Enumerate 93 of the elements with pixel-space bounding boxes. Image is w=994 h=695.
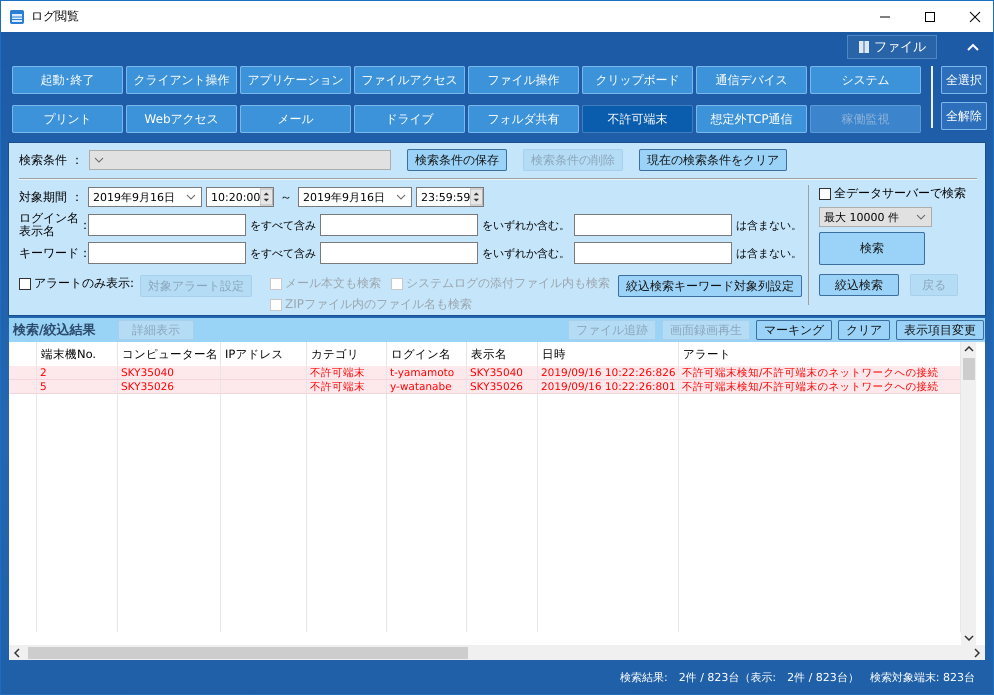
- chevron-down-icon: [186, 194, 196, 200]
- results-button[interactable]: 表示項目変更: [896, 320, 984, 340]
- category-tab[interactable]: ファイル操作: [468, 66, 579, 94]
- app-icon: [9, 8, 25, 24]
- text-field[interactable]: [88, 214, 246, 236]
- category-tab[interactable]: クリップボード: [582, 66, 693, 94]
- date-picker[interactable]: 2019年9月16日: [298, 187, 412, 207]
- chevron-down-icon: [94, 157, 104, 163]
- refine-search-button[interactable]: 絞込検索: [819, 274, 899, 296]
- table-row[interactable]: 2 SKY35040 不許可端末 t-yamamoto SKY35040 2019/09/16 10:22:26:826 不許可端末検知/不許可端末のネットワークへの接続: [9, 366, 961, 380]
- text-field[interactable]: [574, 214, 732, 236]
- spin-arrows-icon: [260, 188, 273, 206]
- field-label: 対象期間 ：: [19, 188, 84, 206]
- category-tab[interactable]: 想定外TCP通信: [696, 105, 807, 133]
- time-spinner[interactable]: 10:20:00: [206, 187, 274, 207]
- spin-arrows-icon: [470, 188, 483, 206]
- table-cell: SKY35040: [118, 366, 221, 379]
- field-label: ログイン名: [19, 212, 79, 225]
- file-button[interactable]: ファイル: [847, 35, 937, 59]
- results-button[interactable]: クリア: [838, 320, 890, 340]
- results-button[interactable]: マーキング: [756, 320, 832, 340]
- table-cell: 5: [37, 380, 118, 393]
- table-cell: y-watanabe: [387, 380, 467, 393]
- text-field[interactable]: [574, 242, 732, 264]
- condition-button[interactable]: 検索条件の保存: [406, 149, 507, 171]
- chevron-down-icon: [964, 635, 974, 641]
- max-results-dropdown[interactable]: 最大 10000 件: [819, 207, 932, 227]
- maximize-icon: [924, 10, 936, 22]
- category-tab[interactable]: 起動･終了: [12, 66, 123, 94]
- category-tab[interactable]: メール: [240, 105, 351, 133]
- text-field[interactable]: [88, 242, 246, 264]
- checkbox-label: メール本文も検索: [285, 275, 382, 292]
- scrollbar-thumb[interactable]: [962, 358, 974, 380]
- select-button[interactable]: 全解除: [941, 102, 987, 130]
- checkbox-label: アラートのみ表示:: [34, 275, 134, 292]
- table-cell: SKY35026: [467, 380, 538, 393]
- category-tab[interactable]: システム: [810, 66, 921, 94]
- table-cell: SKY35040: [467, 366, 538, 379]
- label-colon: ：: [79, 244, 91, 262]
- table-cell: 2: [37, 366, 118, 379]
- label-colon: ：: [79, 216, 91, 234]
- category-tab[interactable]: アプリケーション: [240, 66, 351, 94]
- category-tab[interactable]: ドライブ: [354, 105, 465, 133]
- field-label: をいずれか含む。: [482, 246, 570, 260]
- checkbox-label: 全データサーバーで検索: [834, 185, 966, 202]
- category-tab[interactable]: フォルダ共有: [468, 105, 579, 133]
- field-label: をすべて含み: [250, 218, 316, 232]
- table-row[interactable]: 5 SKY35026 不許可端末 y-watanabe SKY35026 2019/09/16 10:22:26:801 不許可端末検知/不許可端末のネットワークへの接続: [9, 380, 961, 394]
- window-title: ログ閲覧: [31, 8, 79, 25]
- condition-button[interactable]: 現在の検索条件をクリア: [638, 149, 787, 171]
- field-label: をすべて含み: [250, 246, 316, 260]
- close-icon: [969, 10, 981, 22]
- section-title: 検索/絞込結果: [13, 322, 96, 339]
- table-cell: 不許可端末: [307, 380, 387, 393]
- category-tab[interactable]: プリント: [12, 105, 123, 133]
- checkbox-label: ZIPファイル内のファイル名も検索: [285, 296, 472, 313]
- table-cell: 2019/09/16 10:22:26:826: [538, 366, 679, 379]
- column-settings-button[interactable]: 絞込検索キーワード対象列設定: [618, 275, 802, 297]
- horizontal-scrollbar[interactable]: [9, 645, 985, 660]
- chevron-up-icon: [964, 346, 974, 352]
- search-button[interactable]: 検索: [819, 232, 925, 265]
- range-separator: ～: [279, 188, 293, 206]
- chevron-right-icon: [974, 648, 980, 658]
- field-label: 表示名: [19, 225, 56, 238]
- category-tab[interactable]: ファイルアクセス: [354, 66, 465, 94]
- field-label: キーワード: [19, 246, 79, 260]
- date-picker[interactable]: 2019年9月16日: [88, 187, 202, 207]
- checkbox-label: システムログの添付ファイル内も検索: [406, 275, 610, 292]
- vertical-scrollbar[interactable]: [961, 342, 976, 645]
- table-cell: SKY35026: [118, 380, 221, 393]
- time-spinner[interactable]: 23:59:59: [416, 187, 484, 207]
- table-cell: 不許可端末: [307, 366, 387, 379]
- category-tab[interactable]: 不許可端末: [582, 105, 693, 133]
- table-cell: 2019/09/16 10:22:26:801: [538, 380, 679, 393]
- field-label: 検索条件 ：: [19, 152, 83, 168]
- text-field[interactable]: [320, 242, 478, 264]
- chevron-down-icon: [396, 194, 406, 200]
- chevron-left-icon: [14, 648, 20, 658]
- checkbox[interactable]: [19, 278, 31, 290]
- book-icon: [858, 40, 870, 54]
- table-cell: t-yamamoto: [387, 366, 467, 379]
- chevron-down-icon: [916, 214, 926, 220]
- category-tab[interactable]: クライアント操作: [126, 66, 237, 94]
- field-label: は含まない。: [736, 246, 802, 260]
- text-field[interactable]: [320, 214, 478, 236]
- field-label: は含まない。: [736, 218, 802, 232]
- select-button[interactable]: 全選択: [941, 66, 987, 94]
- checkbox[interactable]: [819, 188, 831, 200]
- field-label: をいずれか含む。: [482, 218, 570, 232]
- category-tab[interactable]: Webアクセス: [126, 105, 237, 133]
- status-text: 検索結果: 2件 / 823台（表示: 2件 / 823台） 検索対象端末: 823台: [620, 670, 975, 684]
- category-tab[interactable]: 通信デバイス: [696, 66, 807, 94]
- collapse-icon: [967, 43, 979, 51]
